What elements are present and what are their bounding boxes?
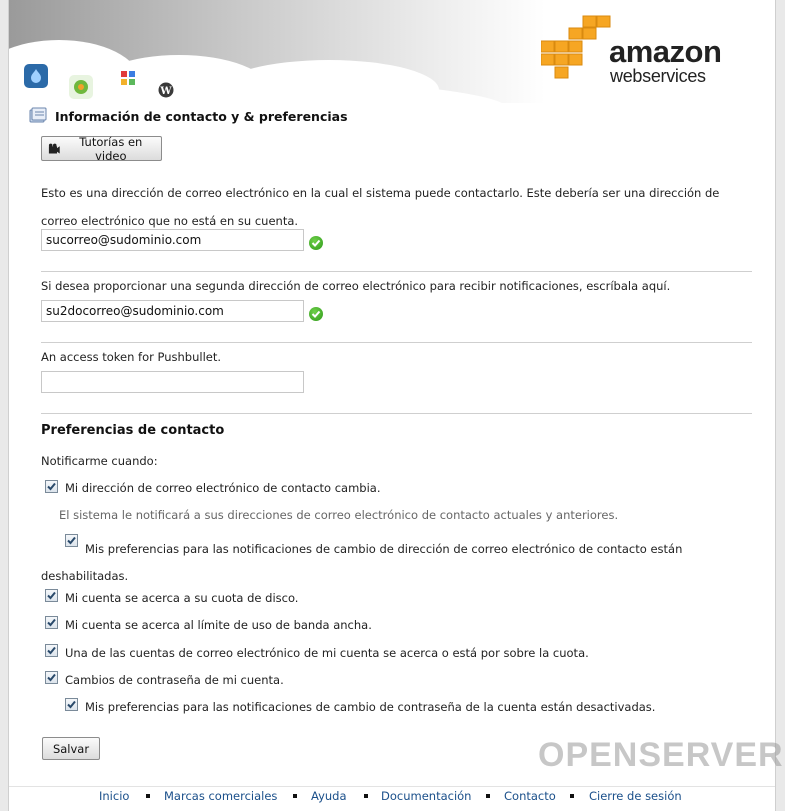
- contact-email-change-label: Mi dirección de correo electrónico de co…: [65, 481, 381, 495]
- notify-label: Notificarme cuando:: [41, 454, 158, 468]
- video-tutorials-label: Tutorías en video: [79, 134, 143, 163]
- valid-check-icon: [309, 307, 323, 321]
- checkmark-icon: [47, 646, 56, 655]
- footer-link-contact[interactable]: Contacto: [504, 789, 556, 803]
- footer-link-documentation[interactable]: Documentación: [381, 789, 471, 803]
- bandwidth-checkbox[interactable]: [45, 616, 58, 629]
- footer-separator: [570, 794, 574, 798]
- wordpress-icon[interactable]: W: [154, 78, 178, 102]
- divider: [41, 342, 752, 343]
- password-change-label: Cambios de contraseña de mi cuenta.: [65, 673, 284, 687]
- aws-logo-subword: webservices: [610, 66, 706, 86]
- divider: [41, 413, 752, 414]
- pushbullet-label: An access token for Pushbullet.: [41, 350, 222, 364]
- contact-card-icon: [29, 107, 47, 123]
- video-tutorials-button[interactable]: Tutorías en video: [41, 134, 162, 163]
- preferences-heading: Preferencias de contacto: [41, 423, 225, 438]
- password-disabled-checkbox[interactable]: [65, 698, 78, 711]
- contact-email-note: El sistema le notificará a sus direccion…: [59, 508, 619, 522]
- disk-quota-checkbox[interactable]: [45, 589, 58, 602]
- footer-separator: [364, 794, 368, 798]
- sugarcrm-icon[interactable]: [116, 66, 140, 90]
- openserver-watermark: OPENSERVER: [530, 733, 783, 777]
- bandwidth-label: Mi cuenta se acerca al límite de uso de …: [65, 618, 372, 632]
- header-banner: W amazon webservices: [9, 0, 775, 103]
- save-button[interactable]: Salvar: [42, 737, 100, 760]
- divider: [41, 271, 752, 272]
- disk-quota-label: Mi cuenta se acerca a su cuota de disco.: [65, 591, 299, 605]
- aws-cubes-icon: [541, 15, 611, 79]
- svg-text:W: W: [159, 86, 172, 97]
- email-quota-label: Una de las cuentas de correo electrónico…: [65, 646, 589, 660]
- joomla-icon[interactable]: [69, 75, 93, 99]
- footer-separator: [293, 794, 297, 798]
- contact-email-disabled-label: Mis preferencias para las notificaciones…: [41, 542, 683, 583]
- page-title: Información de contacto y & preferencias: [29, 106, 348, 126]
- primary-email-description: Esto es una dirección de correo electrón…: [41, 186, 720, 228]
- secondary-email-field[interactable]: su2docorreo@sudominio.com: [41, 300, 304, 322]
- email-quota-checkbox[interactable]: [45, 644, 58, 657]
- video-camera-icon: [48, 143, 60, 154]
- checkmark-icon: [67, 700, 76, 709]
- footer-link-trademarks[interactable]: Marcas comerciales: [164, 789, 277, 803]
- checkmark-icon: [47, 482, 56, 491]
- contact-email-change-checkbox[interactable]: [45, 480, 58, 493]
- password-disabled-label: Mis preferencias para las notificaciones…: [85, 700, 656, 714]
- footer-separator: [486, 794, 490, 798]
- drupal-icon[interactable]: [24, 64, 48, 88]
- checkmark-icon: [47, 591, 56, 600]
- pushbullet-token-field[interactable]: [41, 371, 304, 393]
- valid-check-icon: [309, 236, 323, 250]
- aws-logo-word: amazon: [609, 34, 722, 69]
- page-frame: W amazon webservices Información de cont…: [8, 0, 783, 811]
- footer-link-logout[interactable]: Cierre de sesión: [589, 789, 682, 803]
- footer-link-home[interactable]: Inicio: [99, 789, 129, 803]
- footer-link-help[interactable]: Ayuda: [311, 789, 347, 803]
- primary-email-field[interactable]: sucorreo@sudominio.com: [41, 229, 304, 251]
- checkmark-icon: [47, 618, 56, 627]
- footer-separator: [146, 794, 150, 798]
- checkmark-icon: [47, 673, 56, 682]
- openserver-watermark-text: OPENSERVER: [538, 735, 784, 774]
- footer-nav: Inicio Marcas comerciales Ayuda Document…: [9, 786, 775, 806]
- page-title-text: Información de contacto y & preferencias: [55, 108, 348, 124]
- aws-logo: amazon webservices: [541, 14, 741, 94]
- secondary-email-description: Si desea proporcionar una segunda direcc…: [41, 279, 671, 293]
- password-change-checkbox[interactable]: [45, 671, 58, 684]
